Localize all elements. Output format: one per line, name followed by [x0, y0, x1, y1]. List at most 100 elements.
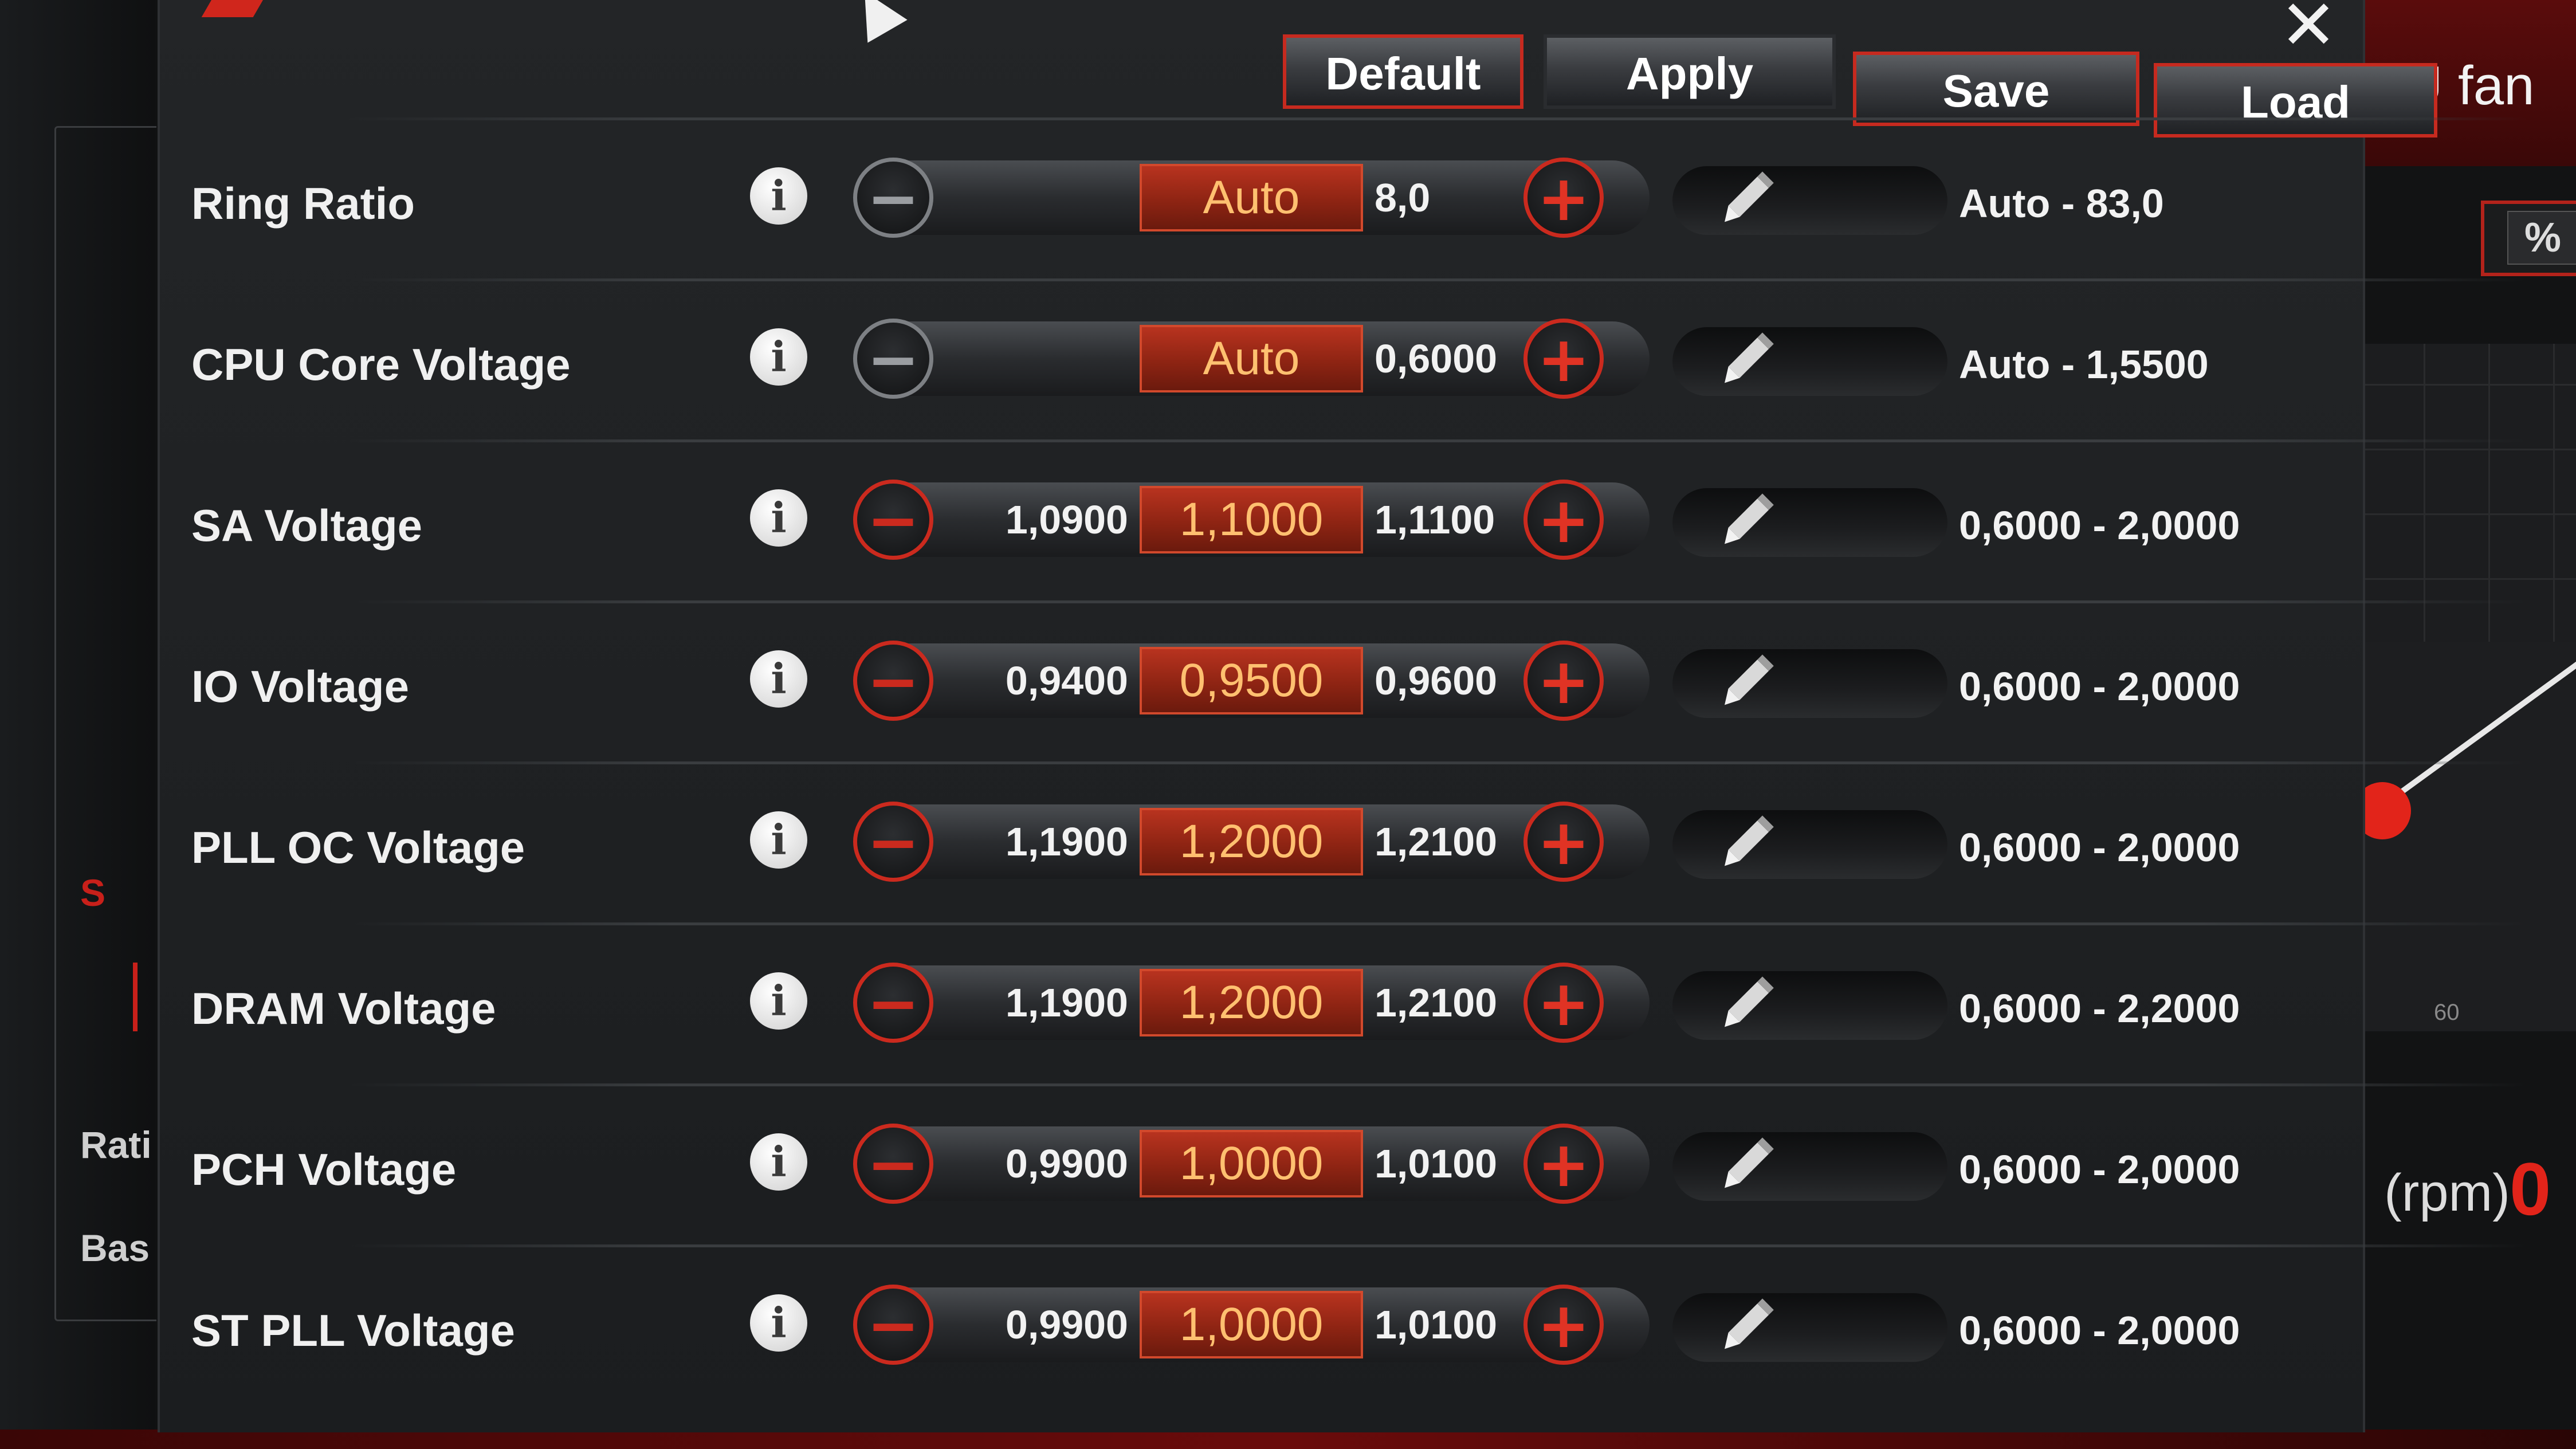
plus-icon[interactable]: + [1523, 319, 1604, 399]
next-value[interactable]: 1,1100 [1375, 482, 1512, 557]
plus-icon[interactable]: + [1523, 1124, 1604, 1204]
background-left-label-3: Bas [80, 1227, 150, 1269]
load-button[interactable]: Load [2154, 63, 2437, 138]
value-stepper: − Auto 8,0 + [853, 158, 1650, 238]
info-icon[interactable]: i [750, 1133, 807, 1191]
pencil-icon [1725, 1137, 1774, 1188]
manual-value-input[interactable] [1672, 971, 1947, 1040]
next-value[interactable]: 1,2100 [1375, 804, 1512, 879]
setting-label: PCH Voltage [191, 1144, 457, 1195]
setting-label: ST PLL Voltage [191, 1305, 515, 1356]
pencil-icon [1725, 493, 1774, 544]
current-value[interactable]: 1,0000 [1140, 1130, 1363, 1197]
minus-icon[interactable]: − [853, 641, 933, 721]
next-value[interactable]: 8,0 [1375, 160, 1512, 235]
current-value[interactable]: 1,0000 [1140, 1291, 1363, 1358]
setting-label: SA Voltage [191, 500, 423, 551]
value-stepper: − 1,1900 1,2000 1,2100 + [853, 963, 1650, 1043]
plus-icon[interactable]: + [1523, 480, 1604, 560]
previous-value[interactable]: 1,1900 [962, 965, 1128, 1040]
current-value[interactable]: 1,2000 [1140, 808, 1363, 875]
save-button[interactable]: Save [1853, 52, 2139, 126]
setting-label: DRAM Voltage [191, 983, 496, 1034]
value-range: 0,6000 - 2,0000 [1959, 664, 2240, 709]
value-stepper: − 1,0900 1,1000 1,1100 + [853, 480, 1650, 560]
row-separator [349, 278, 2526, 281]
current-value[interactable]: 1,2000 [1140, 969, 1363, 1036]
row-separator [349, 1083, 2526, 1086]
previous-value[interactable]: 1,0900 [962, 482, 1128, 557]
current-value[interactable]: Auto [1140, 164, 1363, 231]
minus-icon[interactable]: − [853, 319, 933, 399]
close-icon[interactable]: ✕ [2268, 0, 2349, 60]
next-value[interactable]: 0,6000 [1375, 321, 1512, 396]
percent-toggle[interactable]: % [2481, 201, 2576, 276]
info-icon[interactable]: i [750, 328, 807, 386]
info-icon[interactable]: i [750, 1294, 807, 1352]
pencil-icon [1725, 171, 1774, 222]
manual-value-input[interactable] [1672, 488, 1947, 557]
setting-label: IO Voltage [191, 661, 409, 712]
info-icon[interactable]: i [750, 489, 807, 547]
info-icon[interactable]: i [750, 650, 807, 708]
previous-value[interactable] [962, 321, 1128, 396]
info-icon[interactable]: i [750, 972, 807, 1030]
minus-icon[interactable]: − [853, 1124, 933, 1204]
next-value[interactable]: 1,0100 [1375, 1126, 1512, 1201]
manual-value-input[interactable] [1672, 649, 1947, 718]
setting-row: DRAM Voltage i − 1,1900 1,2000 1,2100 + … [160, 963, 2363, 1126]
previous-value[interactable]: 1,1900 [962, 804, 1128, 879]
current-value[interactable]: 1,1000 [1140, 486, 1363, 553]
default-button[interactable]: Default [1283, 34, 1523, 109]
previous-value[interactable] [962, 160, 1128, 235]
value-range: Auto - 1,5500 [1959, 342, 2209, 387]
value-stepper: − 0,9900 1,0000 1,0100 + [853, 1124, 1650, 1204]
next-value[interactable]: 0,9600 [1375, 643, 1512, 718]
manual-value-input[interactable] [1672, 166, 1947, 235]
background-left-redbar [133, 963, 138, 1031]
percent-label: % [2507, 211, 2576, 265]
previous-value[interactable]: 0,9900 [962, 1126, 1128, 1201]
value-range: Auto - 83,0 [1959, 181, 2164, 226]
current-value[interactable]: Auto [1140, 325, 1363, 392]
value-stepper: − 0,9400 0,9500 0,9600 + [853, 641, 1650, 721]
next-value[interactable]: 1,0100 [1375, 1287, 1512, 1362]
next-value[interactable]: 1,2100 [1375, 965, 1512, 1040]
brand-logo [201, 0, 273, 17]
value-range: 0,6000 - 2,0000 [1959, 1308, 2240, 1353]
setting-row: ST PLL Voltage i − 0,9900 1,0000 1,0100 … [160, 1285, 2363, 1448]
pencil-icon [1725, 976, 1774, 1027]
setting-label: PLL OC Voltage [191, 822, 525, 873]
minus-icon[interactable]: − [853, 1285, 933, 1365]
row-separator [349, 117, 2526, 120]
plus-icon[interactable]: + [1523, 641, 1604, 721]
manual-value-input[interactable] [1672, 327, 1947, 396]
current-value[interactable]: 0,9500 [1140, 647, 1363, 714]
plus-icon[interactable]: + [1523, 802, 1604, 882]
setting-row: PLL OC Voltage i − 1,1900 1,2000 1,2100 … [160, 802, 2363, 965]
setting-label: Ring Ratio [191, 178, 415, 229]
info-icon[interactable]: i [750, 811, 807, 869]
apply-button[interactable]: Apply [1544, 34, 1836, 109]
plus-icon[interactable]: + [1523, 1285, 1604, 1365]
rpm-value: 0 [2510, 1147, 2551, 1231]
voltage-settings-dialog: ✕ Default Apply Save Load Ring Ratio i −… [158, 0, 2526, 1432]
minus-icon[interactable]: − [853, 963, 933, 1043]
plus-icon[interactable]: + [1523, 963, 1604, 1043]
manual-value-input[interactable] [1672, 810, 1947, 879]
minus-icon[interactable]: − [853, 158, 933, 238]
row-separator [349, 600, 2526, 603]
info-icon[interactable]: i [750, 167, 807, 225]
minus-icon[interactable]: − [853, 802, 933, 882]
previous-value[interactable]: 0,9900 [962, 1287, 1128, 1362]
manual-value-input[interactable] [1672, 1132, 1947, 1201]
minus-icon[interactable]: − [853, 480, 933, 560]
fan-axis-tick: 60 [2434, 1000, 2460, 1025]
previous-value[interactable]: 0,9400 [962, 643, 1128, 718]
pencil-icon [1725, 1298, 1774, 1349]
manual-value-input[interactable] [1672, 1293, 1947, 1362]
plus-icon[interactable]: + [1523, 158, 1604, 238]
setting-row: Ring Ratio i − Auto 8,0 + Auto - 83,0 [160, 158, 2363, 321]
setting-label: CPU Core Voltage [191, 339, 571, 390]
value-range: 0,6000 - 2,2000 [1959, 986, 2240, 1031]
